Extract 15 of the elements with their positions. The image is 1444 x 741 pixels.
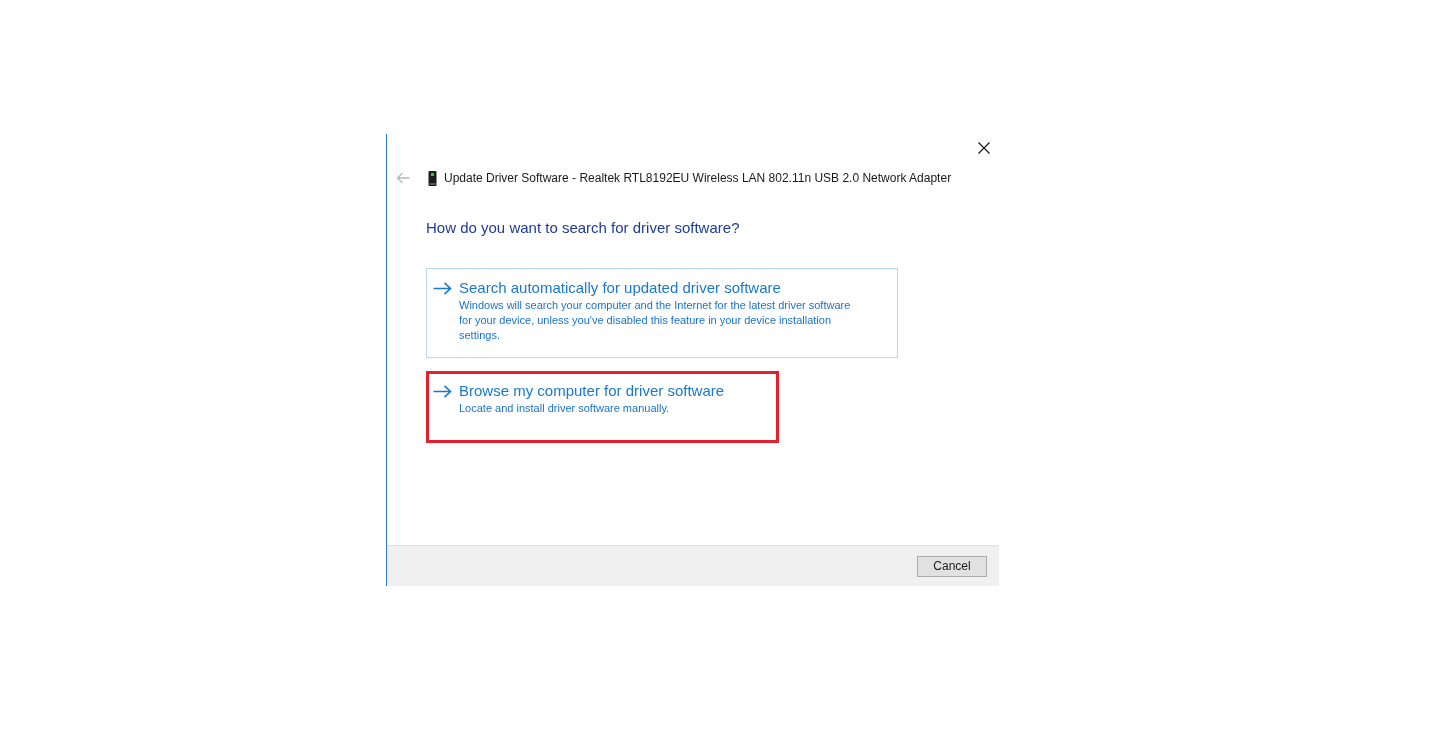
close-button[interactable] [976, 140, 992, 156]
option-description: Locate and install driver software manually. [459, 401, 670, 416]
back-arrow-icon [396, 172, 410, 184]
option-description: Windows will search your computer and the Internet for the latest driver software for your device, unless you've disabled this feature in your device installation settings. [459, 298, 852, 343]
option-title: Browse my computer for driver software [459, 381, 725, 401]
usb-adapter-icon [428, 170, 437, 186]
close-icon [978, 142, 990, 154]
option-title: Search automatically for updated driver software [459, 278, 781, 298]
arrow-right-icon [433, 281, 452, 295]
command-link[interactable]: Browse my computer for driver software Locate and install driver software manually. [426, 371, 779, 443]
window-title: Update Driver Software - Realtek RTL8192EU Wireless LAN 802.11n USB 2.0 Network Adapter [444, 170, 952, 187]
command-link[interactable] [426, 268, 898, 358]
dialog-heading: How do you want to search for driver software? [426, 218, 740, 238]
arrow-right-icon [433, 384, 452, 398]
cancel-button[interactable]: Cancel [917, 555, 987, 577]
